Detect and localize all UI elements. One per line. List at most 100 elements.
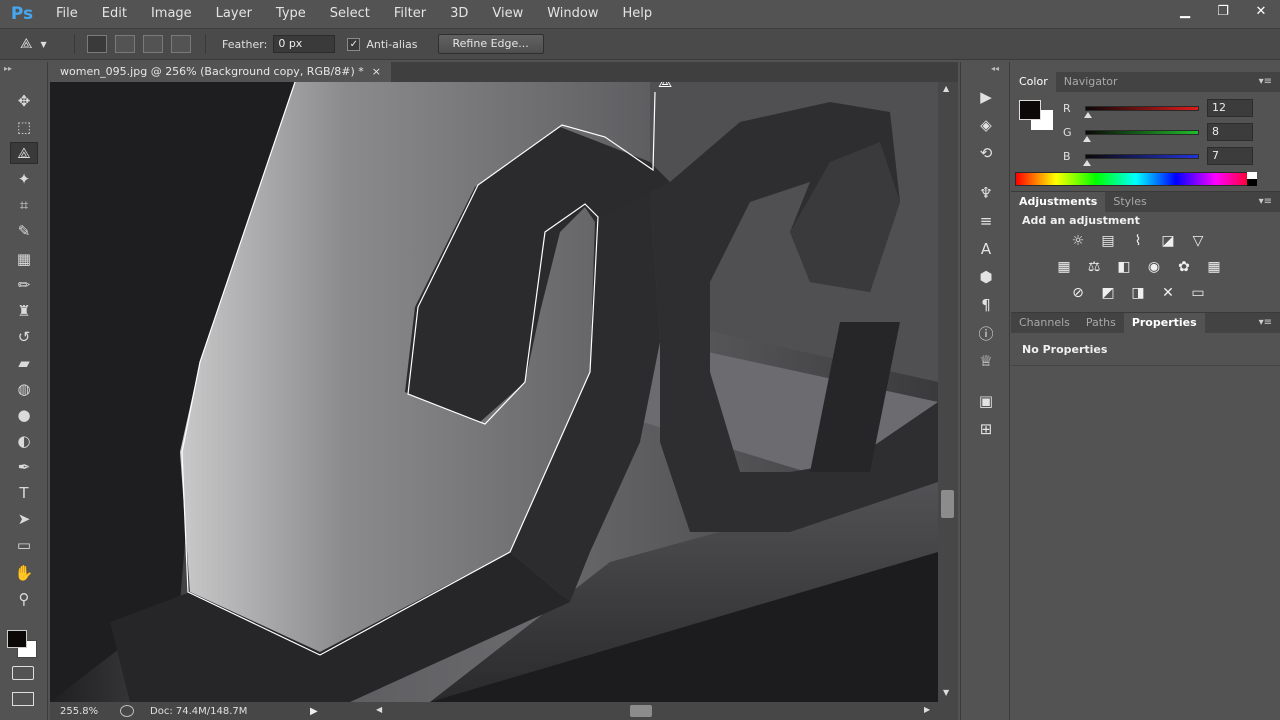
blue-slider[interactable] (1083, 153, 1199, 166)
brush-presets-icon[interactable]: ♆ (973, 182, 999, 204)
new-selection-button[interactable] (87, 35, 107, 53)
tool-preset-picker[interactable]: ⟁ ▼ (20, 33, 66, 55)
add-to-selection-button[interactable] (115, 35, 135, 53)
vertical-scrollbar[interactable]: ▲ ▼ (938, 82, 958, 702)
3d-icon[interactable]: ⬢ (973, 266, 999, 288)
polygonal-lasso-tool[interactable]: ⟁ (10, 142, 38, 164)
status-menu-icon[interactable]: ▶ (310, 706, 318, 717)
panel-menu-icon[interactable]: ▾≡ (1259, 72, 1272, 92)
tab-adjustments[interactable]: Adjustments (1011, 192, 1106, 212)
brightness-contrast-icon[interactable]: ☼ (1067, 232, 1089, 250)
screen-mode-icon[interactable] (12, 692, 34, 706)
menu-3d[interactable]: 3D (438, 0, 480, 27)
channel-mixer-icon[interactable]: ✿ (1173, 258, 1195, 276)
magic-wand-tool[interactable]: ✦ (10, 168, 38, 190)
status-info-icon[interactable] (120, 705, 134, 717)
move-tool[interactable]: ✥ (10, 90, 38, 112)
hue-saturation-icon[interactable]: ▦ (1053, 258, 1075, 276)
layers-icon[interactable]: ◈ (973, 114, 999, 136)
intersect-selection-button[interactable] (171, 35, 191, 53)
scroll-down-icon[interactable]: ▼ (943, 688, 949, 697)
menu-select[interactable]: Select (318, 0, 382, 27)
menu-file[interactable]: File (44, 0, 90, 27)
panel-menu-icon[interactable]: ▾≡ (1259, 313, 1272, 333)
path-selection-tool[interactable]: ➤ (10, 508, 38, 530)
document-canvas[interactable]: ⟁ (50, 82, 938, 702)
tab-styles[interactable]: Styles (1105, 192, 1154, 212)
scroll-right-icon[interactable]: ▶ (924, 705, 930, 714)
brush-settings-icon[interactable]: ≡ (973, 210, 999, 232)
zoom-level[interactable]: 255.8% (60, 706, 120, 717)
subtract-from-selection-button[interactable] (143, 35, 163, 53)
zoom-tool[interactable]: ⚲ (10, 588, 38, 610)
paint-bucket-tool[interactable]: ◍ (10, 378, 38, 400)
dock-collapse-icon[interactable]: ◂◂ (991, 64, 999, 73)
shape-tool[interactable]: ▭ (10, 534, 38, 556)
marquee-tool[interactable]: ⬚ (10, 116, 38, 138)
close-tab-icon[interactable]: × (372, 62, 381, 82)
type-tool[interactable]: T (10, 482, 38, 504)
gradient-map-icon[interactable]: ▭ (1187, 284, 1209, 302)
green-slider[interactable] (1083, 129, 1199, 142)
menu-filter[interactable]: Filter (382, 0, 438, 27)
eyedropper-tool[interactable]: ✎ (10, 220, 38, 242)
restore-button[interactable]: ❐ (1204, 0, 1242, 22)
vibrance-icon[interactable]: ▽ (1187, 232, 1209, 250)
vertical-scroll-thumb[interactable] (941, 490, 954, 518)
curves-icon[interactable]: ⌇ (1127, 232, 1149, 250)
blue-value[interactable]: 7 (1207, 147, 1253, 165)
green-value[interactable]: 8 (1207, 123, 1253, 141)
exposure-icon[interactable]: ◪ (1157, 232, 1179, 250)
spectrum-black-white[interactable] (1247, 172, 1257, 186)
feather-input[interactable]: 0 px (273, 35, 336, 53)
menu-layer[interactable]: Layer (204, 0, 264, 27)
clone-stamp-tool[interactable]: ♜ (10, 300, 38, 322)
menu-help[interactable]: Help (611, 0, 665, 27)
menu-window[interactable]: Window (535, 0, 610, 27)
black-white-icon[interactable]: ◧ (1113, 258, 1135, 276)
color-spectrum-bar[interactable] (1015, 172, 1257, 186)
scroll-left-icon[interactable]: ◀ (376, 705, 382, 714)
measurement-icon[interactable]: ⊞ (973, 418, 999, 440)
foreground-swatch[interactable] (1019, 100, 1041, 120)
tab-color[interactable]: Color (1011, 72, 1056, 92)
menu-edit[interactable]: Edit (90, 0, 139, 27)
histogram-icon[interactable]: ♕ (973, 350, 999, 372)
mini-bridge-icon[interactable]: ▣ (973, 390, 999, 412)
brush-tool[interactable]: ✏ (10, 274, 38, 296)
color-balance-icon[interactable]: ⚖ (1083, 258, 1105, 276)
blur-tool[interactable]: ● (10, 404, 38, 426)
panel-collapse-icon[interactable]: ▸▸ (4, 64, 12, 73)
minimize-button[interactable]: ▁ (1166, 0, 1204, 22)
tab-channels[interactable]: Channels (1011, 313, 1078, 333)
paragraph-icon[interactable]: ¶ (973, 294, 999, 316)
healing-brush-tool[interactable]: ▦ (10, 248, 38, 270)
foreground-color-swatch[interactable] (7, 630, 27, 648)
posterize-icon[interactable]: ◩ (1097, 284, 1119, 302)
horizontal-scroll-thumb[interactable] (630, 705, 652, 717)
character-icon[interactable]: A (973, 238, 999, 260)
quick-mask-icon[interactable] (12, 666, 34, 680)
hand-tool[interactable]: ✋ (10, 562, 38, 584)
tab-properties[interactable]: Properties (1123, 313, 1205, 333)
tab-navigator[interactable]: Navigator (1056, 72, 1126, 92)
history-brush-tool[interactable]: ↺ (10, 326, 38, 348)
photo-filter-icon[interactable]: ◉ (1143, 258, 1165, 276)
threshold-icon[interactable]: ◨ (1127, 284, 1149, 302)
refine-edge-button[interactable]: Refine Edge... (437, 34, 544, 54)
invert-icon[interactable]: ⊘ (1067, 284, 1089, 302)
document-tab[interactable]: women_095.jpg @ 256% (Background copy, R… (50, 62, 391, 82)
menu-image[interactable]: Image (139, 0, 204, 27)
crop-tool[interactable]: ⌗ (10, 194, 38, 216)
eraser-tool[interactable]: ▰ (10, 352, 38, 374)
history-icon[interactable]: ⟲ (973, 142, 999, 164)
levels-icon[interactable]: ▤ (1097, 232, 1119, 250)
horizontal-scrollbar[interactable]: ◀ ▶ (370, 702, 958, 720)
actions-icon[interactable]: ▶ (973, 86, 999, 108)
close-button[interactable]: ✕ (1242, 0, 1280, 22)
scroll-up-icon[interactable]: ▲ (943, 84, 949, 93)
red-slider[interactable] (1084, 105, 1199, 118)
tab-paths[interactable]: Paths (1078, 313, 1124, 333)
red-value[interactable]: 12 (1207, 99, 1253, 117)
selective-color-icon[interactable]: ✕ (1157, 284, 1179, 302)
